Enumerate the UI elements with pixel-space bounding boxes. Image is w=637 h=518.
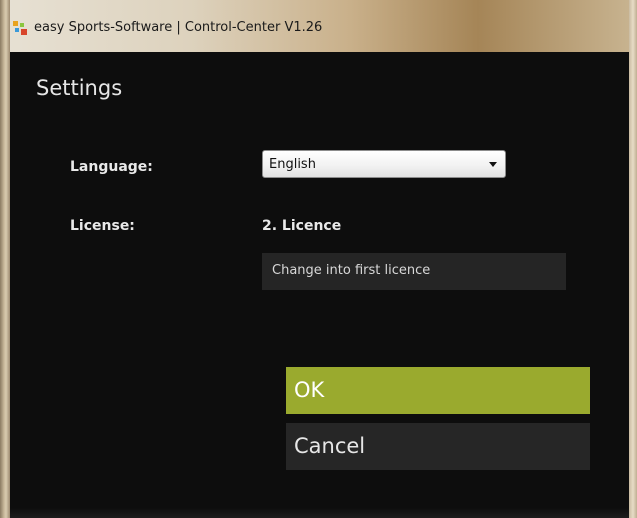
window-frame-right bbox=[629, 0, 637, 518]
app-logo-icon bbox=[13, 21, 27, 35]
page-title: Settings bbox=[36, 76, 123, 100]
app-window: easy Sports-Software | Control-Center V1… bbox=[0, 0, 637, 518]
ok-button[interactable]: OK bbox=[286, 367, 590, 414]
language-selected-value: English bbox=[269, 157, 316, 172]
license-value: 2. Licence bbox=[262, 218, 342, 234]
language-select[interactable]: English bbox=[262, 150, 506, 178]
settings-panel: Settings Language: English License: 2. L… bbox=[10, 52, 629, 492]
change-licence-button[interactable]: Change into first licence bbox=[262, 253, 566, 290]
cancel-button[interactable]: Cancel bbox=[286, 423, 590, 470]
license-label: License: bbox=[70, 218, 135, 234]
window-title: easy Sports-Software | Control-Center V1… bbox=[34, 20, 323, 35]
language-label: Language: bbox=[70, 159, 153, 175]
window-bottom-edge bbox=[10, 492, 629, 518]
chevron-down-icon bbox=[489, 162, 497, 167]
window-frame-left bbox=[0, 0, 10, 518]
title-bar[interactable]: easy Sports-Software | Control-Center V1… bbox=[0, 0, 637, 52]
